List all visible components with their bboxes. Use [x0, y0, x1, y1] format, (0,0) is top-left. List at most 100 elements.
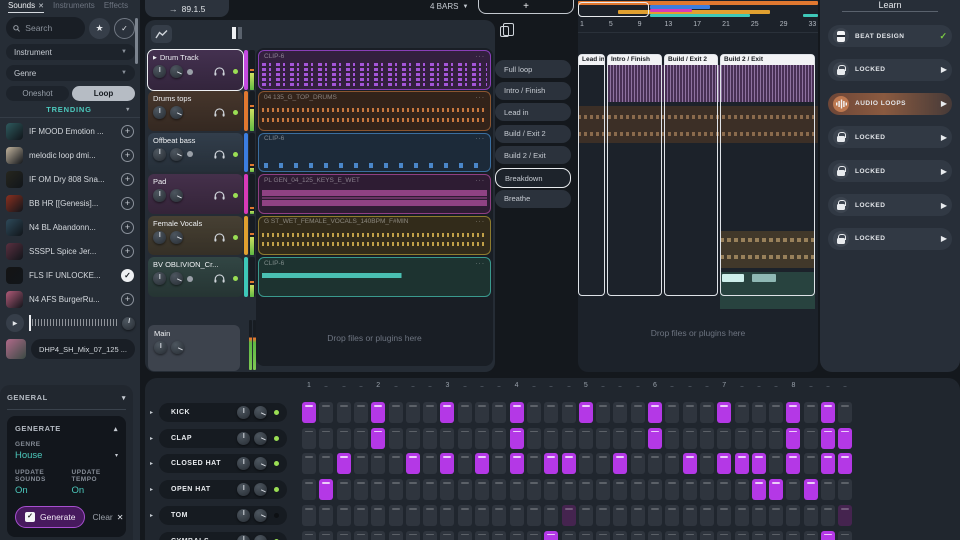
step-cell[interactable]: [752, 402, 766, 423]
step-cell[interactable]: [389, 453, 403, 474]
volume-knob[interactable]: [153, 106, 166, 119]
headphones-button[interactable]: [214, 67, 225, 76]
step-cell[interactable]: [458, 428, 472, 449]
step-cell[interactable]: [389, 479, 403, 500]
step-cell[interactable]: [769, 428, 783, 449]
step-cell[interactable]: [665, 505, 679, 526]
step-cell[interactable]: [319, 505, 333, 526]
step-cell[interactable]: [423, 479, 437, 500]
track-card[interactable]: Drums tops: [148, 91, 243, 131]
search-input[interactable]: [25, 23, 78, 33]
step-cell[interactable]: [527, 428, 541, 449]
pan-knob[interactable]: [254, 457, 267, 470]
step-cell[interactable]: [302, 453, 316, 474]
list-item[interactable]: IF OM Dry 808 Sna...+: [4, 167, 136, 191]
volume-knob[interactable]: [153, 231, 166, 244]
learn-item-beat-design[interactable]: BEAT DESIGN✓: [828, 25, 952, 47]
add-sound-button[interactable]: +: [121, 149, 134, 162]
step-cell[interactable]: [302, 479, 316, 500]
step-cell[interactable]: [838, 479, 852, 500]
pan-knob[interactable]: [254, 483, 267, 496]
section-preset-breathe[interactable]: Breathe: [495, 190, 571, 208]
add-sound-button[interactable]: +: [121, 173, 134, 186]
expand-row-icon[interactable]: ▸: [150, 486, 153, 493]
step-cell[interactable]: [337, 531, 351, 540]
step-cell[interactable]: [354, 531, 368, 540]
step-cell[interactable]: [389, 505, 403, 526]
track-card[interactable]: ▶Drum Track: [148, 50, 243, 90]
volume-knob[interactable]: [237, 483, 250, 496]
step-cell[interactable]: [683, 453, 697, 474]
added-check-icon[interactable]: ✓: [121, 269, 134, 282]
step-cell[interactable]: [631, 402, 645, 423]
step-cell[interactable]: [389, 402, 403, 423]
step-cell[interactable]: [440, 505, 454, 526]
clip-menu-icon[interactable]: ···: [476, 177, 486, 184]
step-cell[interactable]: [631, 453, 645, 474]
clip-menu-icon[interactable]: ···: [476, 53, 486, 60]
volume-knob[interactable]: [153, 148, 166, 161]
selected-sample[interactable]: DHP4_SH_Mix_07_125 ...: [6, 338, 135, 360]
step-cell[interactable]: [613, 505, 627, 526]
pan-knob[interactable]: [170, 189, 183, 202]
step-cell[interactable]: [769, 453, 783, 474]
arrangement-section[interactable]: Build 2 / Exit: [720, 54, 815, 296]
volume-knob[interactable]: [153, 65, 166, 78]
step-cell[interactable]: [735, 453, 749, 474]
step-cell[interactable]: [596, 402, 610, 423]
step-cell[interactable]: [423, 505, 437, 526]
step-cell[interactable]: [838, 402, 852, 423]
clip-menu-icon[interactable]: ···: [476, 135, 486, 142]
step-cell[interactable]: [354, 453, 368, 474]
play-icon[interactable]: ▶: [941, 99, 947, 108]
step-cell[interactable]: [717, 402, 731, 423]
step-cell[interactable]: [579, 505, 593, 526]
toggle-loop[interactable]: Loop: [72, 86, 135, 101]
section-preset-lead-in[interactable]: Lead in: [495, 103, 571, 121]
step-cell[interactable]: [406, 531, 420, 540]
list-item[interactable]: N4 AFS BurgerRu...+: [4, 287, 136, 311]
add-sound-button[interactable]: +: [121, 125, 134, 138]
pan-knob[interactable]: [170, 65, 183, 78]
step-cell[interactable]: [492, 402, 506, 423]
volume-knob[interactable]: [237, 509, 250, 522]
pan-knob[interactable]: [254, 432, 267, 445]
instrument-filter-dropdown[interactable]: Instrument▼: [6, 44, 135, 60]
step-cell[interactable]: [700, 531, 714, 540]
step-cell[interactable]: [562, 428, 576, 449]
automation-button[interactable]: [151, 25, 172, 43]
volume-knob[interactable]: [237, 535, 250, 540]
add-sound-button[interactable]: +: [121, 221, 134, 234]
duplicate-icon[interactable]: [500, 26, 509, 37]
pan-knob[interactable]: [170, 231, 183, 244]
step-cell[interactable]: [786, 505, 800, 526]
play-button[interactable]: ▶: [6, 314, 24, 332]
step-cell[interactable]: [717, 428, 731, 449]
expand-row-icon[interactable]: ▸: [150, 435, 153, 442]
playhead-position[interactable]: →89.1.5: [145, 0, 229, 17]
step-cell[interactable]: [302, 505, 316, 526]
step-cell[interactable]: [406, 505, 420, 526]
step-cell[interactable]: [544, 453, 558, 474]
list-item[interactable]: melodic loop dmi...+: [4, 143, 136, 167]
step-cell[interactable]: [631, 479, 645, 500]
sequencer-track-clap[interactable]: CLAP: [159, 429, 287, 448]
step-cell[interactable]: [596, 505, 610, 526]
genre-filter-dropdown[interactable]: Genre▼: [6, 65, 135, 81]
step-cell[interactable]: [700, 505, 714, 526]
step-cell[interactable]: [769, 402, 783, 423]
tab-sounds[interactable]: Sounds✕: [8, 0, 44, 13]
step-cell[interactable]: [579, 531, 593, 540]
update-sounds-toggle[interactable]: On: [15, 485, 62, 496]
sequencer-track-kick[interactable]: KICK: [159, 403, 287, 422]
sequencer-track-open-hat[interactable]: OPEN HAT: [159, 480, 287, 499]
step-cell[interactable]: [700, 428, 714, 449]
step-cell[interactable]: [665, 479, 679, 500]
expand-row-icon[interactable]: ▸: [150, 409, 153, 416]
step-cell[interactable]: [596, 479, 610, 500]
clip[interactable]: 04 135_G_TOP_DRUMS···: [258, 91, 491, 131]
step-cell[interactable]: [319, 402, 333, 423]
step-cell[interactable]: [838, 505, 852, 526]
step-cell[interactable]: [821, 453, 835, 474]
step-cell[interactable]: [492, 531, 506, 540]
